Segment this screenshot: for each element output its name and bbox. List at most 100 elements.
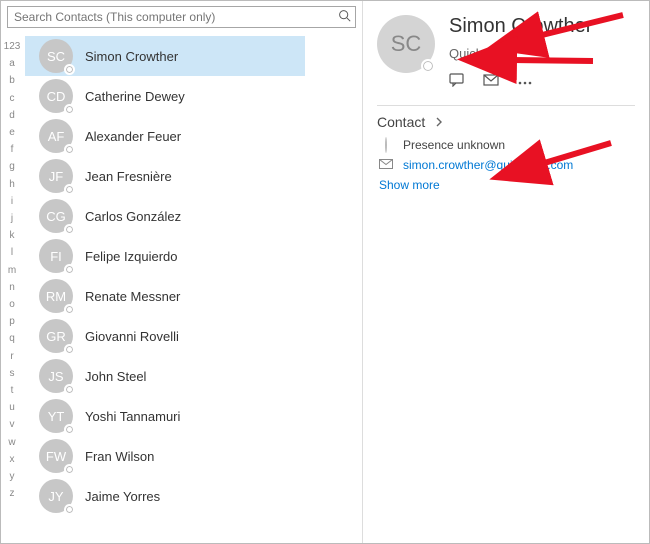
contact-row[interactable]: CG Carlos González [25,196,305,236]
alpha-letter[interactable]: g [9,158,15,175]
contact-row[interactable]: JS John Steel [25,356,305,396]
alpha-index[interactable]: 123abcdefghijklmnopqrstuvwxyz [1,32,23,543]
alpha-letter[interactable]: l [11,244,13,261]
contact-name-label: Alexander Feuer [85,129,181,144]
alpha-letter[interactable]: d [9,107,15,124]
alpha-letter[interactable]: e [9,124,15,141]
contact-name-label: Jean Fresnière [85,169,172,184]
alpha-letter[interactable]: w [8,434,15,451]
contact-row[interactable]: JF Jean Fresnière [25,156,305,196]
contact-name-label: Simon Crowther [85,49,178,64]
contact-name-label: Giovanni Rovelli [85,329,179,344]
contact-header: SC Simon Crowther Quick-Stop [377,11,635,91]
contact-company: Quick-Stop [449,46,592,61]
avatar-initials: SC [391,31,422,57]
alpha-letter[interactable]: c [10,90,15,107]
more-icon[interactable] [517,73,533,91]
show-more-link[interactable]: Show more [379,178,635,192]
contacts-list[interactable]: SC Simon Crowther CD Catherine Dewey AFAlexa… [23,32,362,543]
contact-title-name: Simon Crowther [449,15,592,38]
contact-section-body: Presence unknown simon.crowther@quicksto… [377,138,635,192]
presence-indicator [64,344,75,355]
search-box[interactable] [7,6,356,28]
presence-indicator [64,184,75,195]
alpha-letter[interactable]: i [11,193,13,210]
contact-name-label: Catherine Dewey [85,89,185,104]
contact-row[interactable]: YTYoshi Tannamuri [25,396,305,436]
contact-avatar: FW [39,439,73,473]
contact-row[interactable]: SC Simon Crowther [25,36,305,76]
contact-row[interactable]: AFAlexander Feuer [25,116,305,156]
detail-pane: SC Simon Crowther Quick-Stop [363,1,649,543]
alpha-letter[interactable]: z [10,485,15,502]
app-root: 123abcdefghijklmnopqrstuvwxyz SC Simon Cr… [1,1,649,543]
alpha-letter[interactable]: h [9,176,15,193]
contact-avatar: CD [39,79,73,113]
contact-name-label: Fran Wilson [85,449,154,464]
presence-icon [379,138,393,152]
alpha-letter[interactable]: a [9,55,15,72]
contact-row[interactable]: JY Jaime Yorres [25,476,305,516]
email-icon[interactable] [483,73,499,91]
envelope-icon [379,158,393,172]
contact-avatar: JY [39,479,73,513]
contact-row[interactable]: GRGiovanni Rovelli [25,316,305,356]
alpha-letter[interactable]: x [10,451,15,468]
alpha-letter[interactable]: u [9,399,15,416]
presence-indicator [421,59,435,73]
alpha-letter[interactable]: q [9,330,15,347]
alpha-letter[interactable]: b [9,72,15,89]
list-area: 123abcdefghijklmnopqrstuvwxyz SC Simon Cr… [1,32,362,543]
email-row: simon.crowther@quickstop.com [379,158,635,172]
alpha-letter[interactable]: f [11,141,14,158]
search-icon[interactable] [333,9,355,25]
alpha-letter[interactable]: m [8,262,16,279]
contact-avatar-large: SC [377,15,435,73]
presence-indicator [64,504,75,515]
section-label: Contact [377,114,425,130]
alpha-letter[interactable]: r [10,348,13,365]
contact-avatar: SC [39,39,73,73]
contact-name-label: John Steel [85,369,146,384]
email-link[interactable]: simon.crowther@quickstop.com [403,158,573,172]
alpha-letter[interactable]: s [10,365,15,382]
chat-icon[interactable] [449,73,465,91]
presence-indicator [64,104,75,115]
contact-name-label: Renate Messner [85,289,180,304]
divider [377,105,635,106]
presence-indicator [64,224,75,235]
alpha-letter[interactable]: o [9,296,15,313]
presence-text: Presence unknown [403,138,505,152]
contact-avatar: JS [39,359,73,393]
contact-avatar: JF [39,159,73,193]
alpha-letter[interactable]: j [11,210,13,227]
alpha-letter[interactable]: t [11,382,14,399]
alpha-letter[interactable]: 123 [4,38,21,55]
search-row [1,1,362,32]
presence-row: Presence unknown [379,138,635,152]
contact-row[interactable]: RM Renate Messner [25,276,305,316]
alpha-letter[interactable]: v [10,416,15,433]
alpha-letter[interactable]: k [10,227,15,244]
contact-avatar: FI [39,239,73,273]
contact-row[interactable]: CD Catherine Dewey [25,76,305,116]
presence-indicator [64,264,75,275]
contact-row[interactable]: FW Fran Wilson [25,436,305,476]
contact-avatar: CG [39,199,73,233]
presence-indicator [64,464,75,475]
contact-name-label: Yoshi Tannamuri [85,409,180,424]
presence-indicator [64,424,75,435]
action-row [449,73,592,91]
contact-row[interactable]: FIFelipe Izquierdo [25,236,305,276]
alpha-letter[interactable]: p [9,313,15,330]
presence-indicator [64,64,75,75]
search-input[interactable] [8,8,333,26]
contact-avatar: RM [39,279,73,313]
chevron-right-icon [435,114,443,130]
contact-name-label: Carlos González [85,209,181,224]
contact-section-header[interactable]: Contact [377,114,635,130]
presence-indicator [64,304,75,315]
contact-name-label: Jaime Yorres [85,489,160,504]
alpha-letter[interactable]: n [9,279,15,296]
alpha-letter[interactable]: y [10,468,15,485]
